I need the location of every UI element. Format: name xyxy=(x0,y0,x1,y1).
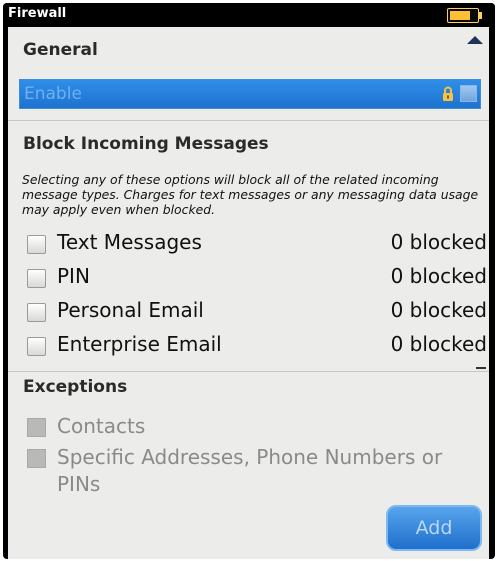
option-label: Enterprise Email xyxy=(57,332,222,356)
battery-icon xyxy=(447,8,482,23)
option-enterprise-email[interactable]: Enterprise Email 0 blocked xyxy=(27,332,487,362)
option-text-messages[interactable]: Text Messages 0 blocked xyxy=(27,230,487,260)
blocked-count: 0 blocked xyxy=(390,332,487,356)
block-incoming-header: Block Incoming Messages xyxy=(23,134,269,154)
general-header: General xyxy=(23,40,98,60)
device-screen: Firewall General Enable Block Incoming M… xyxy=(3,3,495,559)
title-bar: Firewall xyxy=(3,3,495,27)
checkbox-icon[interactable] xyxy=(27,337,46,356)
exceptions-header: Exceptions xyxy=(23,377,128,397)
exception-label: Specific Addresses, Phone Numbers or PIN… xyxy=(57,445,443,496)
option-personal-email[interactable]: Personal Email 0 blocked xyxy=(27,298,487,328)
exception-specific-addresses: Specific Addresses, Phone Numbers or PIN… xyxy=(27,444,487,500)
add-button[interactable]: Add xyxy=(386,505,482,551)
exception-label: Contacts xyxy=(57,414,146,438)
enable-checkbox[interactable] xyxy=(460,85,477,102)
blocked-count: 0 blocked xyxy=(390,298,487,322)
checkbox-icon[interactable] xyxy=(27,235,46,254)
checkbox-icon[interactable] xyxy=(27,303,46,322)
blocked-count: 0 blocked xyxy=(390,264,487,288)
divider xyxy=(8,120,489,121)
window-title: Firewall xyxy=(8,6,67,21)
option-label: Text Messages xyxy=(57,230,202,254)
checkbox-icon xyxy=(27,418,46,437)
option-label: Personal Email xyxy=(57,298,204,322)
checkbox-icon xyxy=(27,449,46,468)
scrollbar[interactable] xyxy=(476,367,486,369)
block-description: Selecting any of these options will bloc… xyxy=(22,172,479,217)
checkbox-icon[interactable] xyxy=(27,269,46,288)
lock-icon xyxy=(442,86,454,102)
divider xyxy=(8,371,489,372)
option-label: PIN xyxy=(57,264,90,288)
scroll-up-icon[interactable] xyxy=(467,36,483,44)
enable-dropdown[interactable]: Enable xyxy=(19,79,481,109)
option-pin[interactable]: PIN 0 blocked xyxy=(27,264,487,294)
blocked-count: 0 blocked xyxy=(390,230,487,254)
enable-label: Enable xyxy=(24,84,82,104)
firewall-options-panel[interactable]: General Enable Block Incoming Messages S… xyxy=(8,27,489,559)
exception-contacts: Contacts xyxy=(27,413,487,441)
